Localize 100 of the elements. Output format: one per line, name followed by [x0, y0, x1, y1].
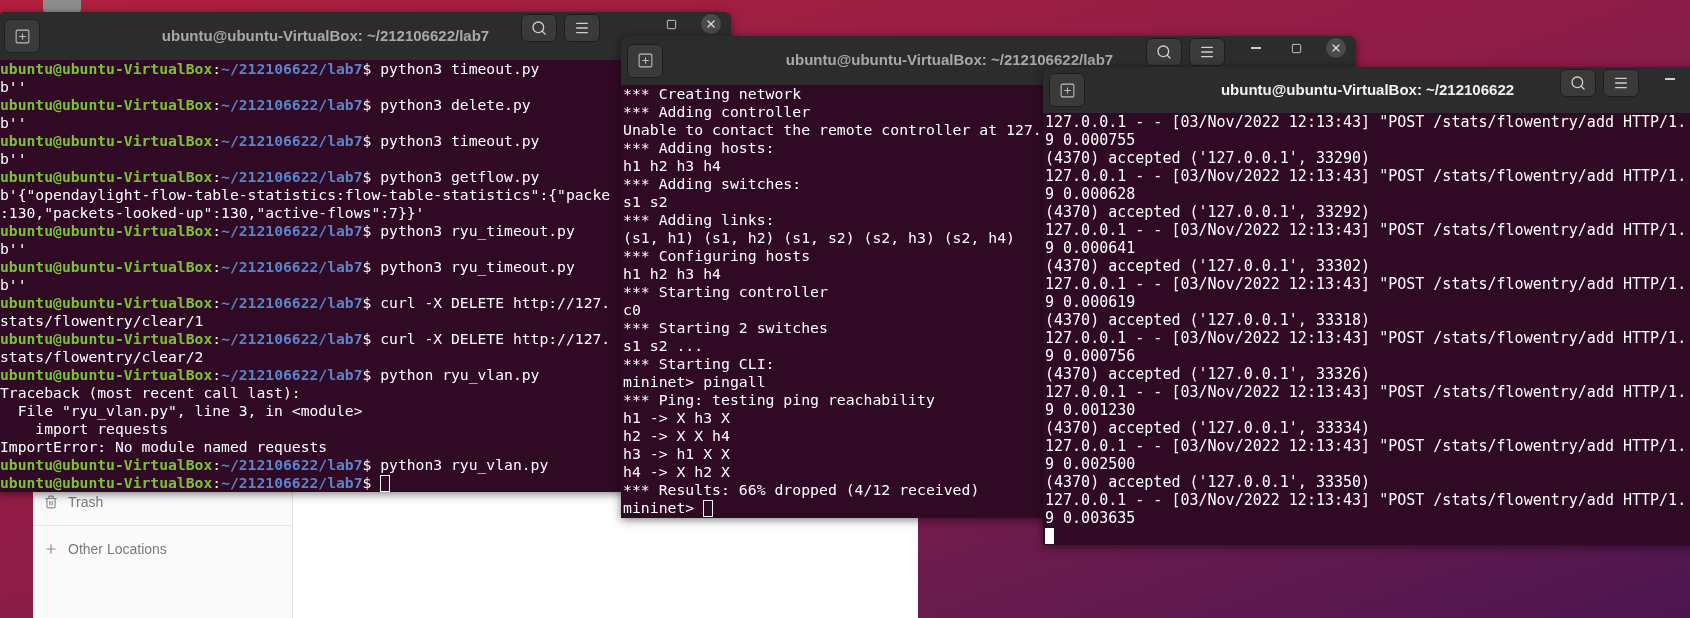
search-button[interactable]	[1146, 38, 1182, 66]
terminal-line: ubuntu@ubuntu-VirtualBox:~/212106622/lab7$ python3 ryu_timeout.py	[0, 258, 575, 276]
terminal-line: s1 s2	[623, 193, 668, 211]
terminal-line: ubuntu@ubuntu-VirtualBox:~/212106622/lab7$ python3 timeout.py	[0, 132, 540, 150]
plus-square-icon	[636, 52, 654, 69]
terminal-line: *** Adding links:	[623, 211, 775, 229]
terminal-line: stats/flowentry/clear/1	[0, 312, 204, 330]
terminal-line: 9 0.000641	[1045, 239, 1136, 257]
terminal-line: Unable to contact the remote controller at 127.	[623, 121, 1042, 139]
terminal-line: 127.0.0.1 - - [03/Nov/2022 12:13:43] "POST /stats/flowentry/add HTTP/1.	[1045, 437, 1687, 455]
terminal-line: h4 -> X h2 X	[623, 463, 730, 481]
terminal-line: import requests	[34, 420, 168, 438]
terminal-line: b''	[0, 114, 27, 132]
terminal-line: ubuntu@ubuntu-VirtualBox:~/212106622/lab7$ curl -X DELETE http://127.	[0, 294, 611, 312]
plus-icon	[44, 542, 58, 556]
terminal-line: ImportError: No module named requests	[0, 438, 328, 456]
terminal-line: (4370) accepted ('127.0.0.1', 33318)	[1045, 311, 1371, 329]
terminal-line: ubuntu@ubuntu-VirtualBox:~/212106622/lab7$	[0, 474, 372, 492]
terminal-line: (4370) accepted ('127.0.0.1', 33290)	[1045, 149, 1371, 167]
terminal-line: :130,"packets-looked-up":130,"active-flows":7}}'	[0, 204, 425, 222]
terminal-line: ubuntu@ubuntu-VirtualBox:~/212106622/lab7$ python3 ryu_vlan.py	[0, 456, 549, 474]
maximize-icon	[1290, 42, 1302, 54]
search-icon	[1156, 44, 1172, 60]
terminal-line: ubuntu@ubuntu-VirtualBox:~/212106622/lab7$ python3 timeout.py	[0, 60, 540, 78]
maximize-icon	[665, 18, 677, 30]
terminal-line: *** Adding hosts:	[623, 139, 775, 157]
terminal-line: 9 0.000756	[1045, 347, 1136, 365]
terminal-line: Traceback (most recent call last):	[0, 384, 301, 402]
terminal-line: 9 0.002500	[1045, 455, 1136, 473]
trash-icon	[44, 495, 58, 509]
terminal-line: 127.0.0.1 - - [03/Nov/2022 12:13:43] "POST /stats/flowentry/add HTTP/1.	[1045, 329, 1687, 347]
terminal-line: b'{"opendaylight-flow-table-statistics:flow-table-statistics":{"packe	[0, 186, 611, 204]
terminal-line: 127.0.0.1 - - [03/Nov/2022 12:13:43] "POST /stats/flowentry/add HTTP/1.	[1045, 275, 1687, 293]
menu-icon	[1613, 75, 1629, 91]
terminal-line: h2 -> X X h4	[623, 427, 730, 445]
terminal-line: (4370) accepted ('127.0.0.1', 33292)	[1045, 203, 1371, 221]
terminal-line: 9 0.000619	[1045, 293, 1136, 311]
terminal-line: 127.0.0.1 - - [03/Nov/2022 12:13:43] "POST /stats/flowentry/add HTTP/1.	[1045, 221, 1687, 239]
terminal-line: ubuntu@ubuntu-VirtualBox:~/212106622/lab7$ python3 getflow.py	[0, 168, 540, 186]
search-button[interactable]	[1560, 69, 1596, 97]
terminal-line: b''	[0, 240, 27, 258]
new-tab-button[interactable]	[1049, 73, 1085, 107]
terminal-line: ubuntu@ubuntu-VirtualBox:~/212106622/lab7$ python3 ryu_timeout.py	[0, 222, 575, 240]
plus-square-icon	[1058, 81, 1076, 99]
terminal-line: 127.0.0.1 - - [03/Nov/2022 12:13:43] "POST /stats/flowentry/add HTTP/1.	[1045, 383, 1687, 401]
window-title: ubuntu@ubuntu-VirtualBox: ~/212106622	[1220, 79, 1515, 100]
new-tab-button[interactable]	[627, 43, 663, 78]
plus-square-icon	[13, 27, 31, 45]
sidebar-item[interactable]: Trash	[33, 490, 292, 514]
terminal-line: ubuntu@ubuntu-VirtualBox:~/212106622/lab7$ python ryu_vlan.py	[0, 366, 540, 384]
terminal-line: s1 s2 ...	[623, 337, 704, 355]
terminal-line: *** Results: 66% dropped (4/12 received)	[623, 481, 980, 499]
close-button[interactable]	[701, 14, 721, 34]
menu-icon	[1199, 44, 1215, 60]
menu-button[interactable]	[1603, 69, 1639, 97]
terminal-line: 9 0.003635	[1045, 509, 1136, 527]
terminal-line: 9 0.000755	[1045, 131, 1136, 149]
terminal-line: b''	[0, 276, 27, 294]
menu-button[interactable]	[1189, 38, 1225, 66]
terminal-line: h3 -> h1 X X	[623, 445, 730, 463]
new-tab-button[interactable]	[4, 19, 40, 53]
minimize-icon	[1251, 47, 1261, 49]
terminal-line: 9 0.001230	[1045, 401, 1136, 419]
search-icon	[531, 20, 547, 36]
terminal-line: (4370) accepted ('127.0.0.1', 33350)	[1045, 473, 1371, 491]
close-icon	[705, 18, 717, 30]
terminal-line: stats/flowentry/clear/2	[0, 348, 204, 366]
terminal-line: h1 h2 h3 h4	[623, 157, 721, 175]
close-icon	[1330, 42, 1342, 54]
terminal-line: 127.0.0.1 - - [03/Nov/2022 12:13:43] "POST /stats/flowentry/add HTTP/1.	[1045, 491, 1687, 509]
menu-button[interactable]	[564, 14, 600, 42]
terminal-line: 127.0.0.1 - - [03/Nov/2022 12:13:43] "POST /stats/flowentry/add HTTP/1.	[1045, 113, 1687, 131]
terminal-line: (s1, h1) (s1, h2) (s1, s2) (s2, h3) (s2, h4)	[623, 229, 1015, 247]
terminal-line: c0	[623, 301, 641, 319]
terminal-line: *** Starting CLI:	[623, 355, 775, 373]
terminal-line: *** Adding controller	[623, 103, 811, 121]
terminal-line: *** Configuring hosts	[623, 247, 811, 265]
terminal-line: mininet> pingall	[623, 373, 766, 391]
terminal-line: *** Ping: testing ping reachability	[623, 391, 935, 409]
terminal-line: ubuntu@ubuntu-VirtualBox:~/212106622/lab7$ python3 delete.py	[0, 96, 531, 114]
terminal-line: *** Starting 2 switches	[623, 319, 828, 337]
window-title: ubuntu@ubuntu-VirtualBox: ~/212106622/lab7	[161, 25, 490, 46]
terminal-line: (4370) accepted ('127.0.0.1', 33302)	[1045, 257, 1371, 275]
minimize-icon	[1665, 78, 1675, 80]
terminal-line: (4370) accepted ('127.0.0.1', 33334)	[1045, 419, 1371, 437]
window-title: ubuntu@ubuntu-VirtualBox: ~/212106622/lab7	[785, 50, 1114, 71]
terminal-line: *** Adding switches:	[623, 175, 802, 193]
terminal-line: *** Creating network	[623, 85, 802, 103]
close-button[interactable]	[1326, 38, 1346, 58]
terminal-line: 127.0.0.1 - - [03/Nov/2022 12:13:43] "POST /stats/flowentry/add HTTP/1.	[1045, 167, 1687, 185]
search-button[interactable]	[521, 14, 557, 42]
terminal-line: (4370) accepted ('127.0.0.1', 33326)	[1045, 365, 1371, 383]
terminal-line: mininet>	[623, 499, 695, 517]
terminal-line: h1 h2 h3 h4	[623, 265, 721, 283]
terminal-line: b''	[0, 78, 27, 96]
terminal-line: *** Starting controller	[623, 283, 828, 301]
terminal-line: 9 0.000628	[1045, 185, 1136, 203]
menu-icon	[574, 20, 590, 36]
search-icon	[1570, 75, 1586, 91]
sidebar-item[interactable]: Other Locations	[33, 537, 292, 561]
